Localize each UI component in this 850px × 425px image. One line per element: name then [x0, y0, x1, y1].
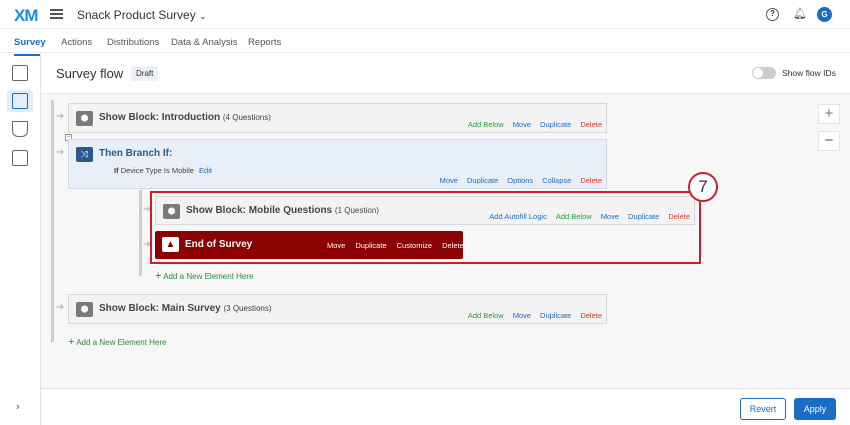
zoom-out-button[interactable]: − [818, 131, 840, 151]
collapse-link[interactable]: Collapse [542, 176, 571, 185]
move-link[interactable]: Move [440, 176, 458, 185]
edit-condition-link[interactable]: Edit [199, 166, 212, 175]
duplicate-link[interactable]: Duplicate [540, 311, 571, 320]
options-link[interactable]: Options [507, 176, 533, 185]
survey-title: Snack Product Survey [77, 8, 196, 22]
tab-distributions[interactable]: Distributions [107, 37, 159, 48]
arrow-icon: ➔ [56, 147, 65, 158]
survey-flow-nav[interactable] [7, 90, 33, 112]
question-count: (4 Questions) [222, 113, 271, 122]
show-flow-ids-toggle[interactable] [752, 67, 776, 79]
sliders-icon[interactable] [12, 150, 28, 166]
add-below-link[interactable]: Add Below [468, 311, 504, 320]
tab-data-analysis[interactable]: Data & Analysis [171, 37, 238, 48]
step-callout: 7 [688, 172, 718, 202]
hamburger-menu-icon[interactable] [50, 9, 63, 19]
branch-title: Then Branch If: [99, 148, 173, 159]
help-icon[interactable]: ? [766, 8, 779, 21]
branch-icon: ⤨ [76, 147, 93, 162]
add-below-link[interactable]: Add Below [468, 120, 504, 129]
xm-logo[interactable]: XM [14, 6, 38, 26]
plus-icon: + [155, 270, 162, 282]
apply-button[interactable]: Apply [794, 398, 836, 420]
top-bar: XM Snack Product Survey ⌄ ? 🔔︎ G [0, 0, 850, 29]
chevron-down-icon: ⌄ [199, 11, 207, 21]
footer: Revert Apply [41, 388, 850, 425]
duplicate-link[interactable]: Duplicate [467, 176, 498, 185]
block-title: Show Block: Introduction [99, 112, 221, 123]
branch-flow-line [139, 190, 142, 276]
branch-element[interactable]: ⤨ Then Branch If: If Device Type Is Mobi… [68, 139, 607, 189]
duplicate-link[interactable]: Duplicate [540, 120, 571, 129]
delete-link[interactable]: Delete [580, 311, 602, 320]
block-main-survey[interactable]: ⬢ Show Block: Main Survey (3 Questions) … [68, 294, 607, 324]
highlight-box [150, 191, 701, 264]
move-link[interactable]: Move [513, 120, 531, 129]
block-title: Show Block: Main Survey [99, 303, 221, 314]
tab-actions[interactable]: Actions [61, 37, 92, 48]
add-element-link[interactable]: + Add a New Element Here [155, 270, 253, 282]
add-element-link[interactable]: + Add a New Element Here [68, 336, 166, 348]
expand-sidebar-icon[interactable]: › [16, 401, 20, 413]
revert-button[interactable]: Revert [740, 398, 786, 420]
block-icon: ⬢ [76, 111, 93, 126]
flow-icon [12, 93, 28, 109]
left-sidebar: › [0, 53, 41, 425]
block-icon: ⬢ [76, 302, 93, 317]
arrow-icon: ➔ [56, 111, 65, 122]
survey-title-dropdown[interactable]: Snack Product Survey ⌄ [77, 8, 207, 22]
avatar[interactable]: G [817, 7, 832, 22]
zoom-in-button[interactable]: + [818, 104, 840, 124]
move-link[interactable]: Move [513, 311, 531, 320]
branch-condition: If Device Type Is Mobile Edit [114, 166, 212, 175]
delete-link[interactable]: Delete [580, 176, 602, 185]
add-element-label: Add a New Element Here [76, 338, 167, 347]
paint-roller-icon[interactable] [12, 121, 28, 137]
if-label: If [114, 166, 119, 175]
plus-icon: + [68, 336, 75, 348]
arrow-icon: ➔ [56, 302, 65, 313]
clipboard-icon[interactable] [12, 65, 28, 81]
page-header: Survey flow Draft Show flow IDs [41, 53, 850, 94]
nav-tabs: Survey Actions Distributions Data & Anal… [0, 29, 850, 56]
condition-text: Device Type Is Mobile [120, 166, 194, 175]
page-title: Survey flow [56, 66, 124, 81]
status-badge: Draft [131, 66, 159, 81]
block-introduction[interactable]: ⬢ Show Block: Introduction (4 Questions)… [68, 103, 607, 133]
tab-reports[interactable]: Reports [248, 37, 281, 48]
question-count: (3 Questions) [223, 304, 272, 313]
flow-line [51, 100, 54, 342]
delete-link[interactable]: Delete [580, 120, 602, 129]
toggle-label: Show flow IDs [782, 68, 836, 78]
add-element-label: Add a New Element Here [163, 272, 254, 281]
bell-icon[interactable]: 🔔︎ [793, 7, 807, 20]
